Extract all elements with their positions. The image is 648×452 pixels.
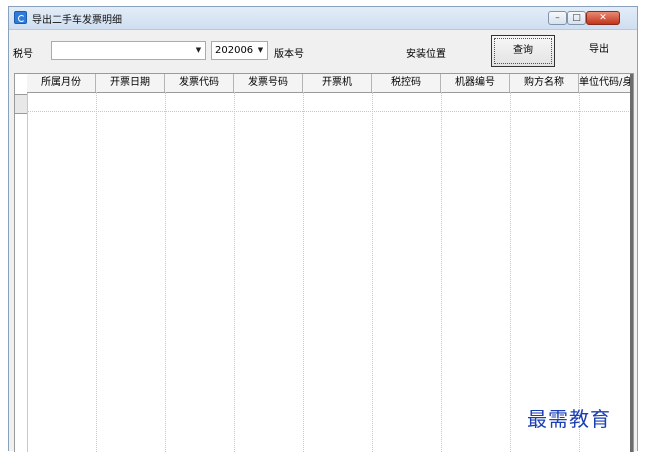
column-header[interactable]: 发票号码 <box>234 74 303 92</box>
column-header[interactable]: 开票日期 <box>96 74 165 92</box>
column-divider <box>372 92 373 452</box>
app-icon <box>14 11 27 24</box>
row-divider <box>27 111 633 112</box>
minimize-button[interactable]: – <box>548 11 567 25</box>
column-header[interactable]: 税控码 <box>372 74 441 92</box>
title-bar[interactable]: 导出二手车发票明细 – □ ✕ <box>9 7 637 30</box>
column-divider <box>234 92 235 452</box>
table-header: 所属月份 开票日期 发票代码 发票号码 开票机 税控码 机器编号 购方名称 单位… <box>27 74 633 93</box>
period-select[interactable]: 202006 ▼ <box>211 41 268 60</box>
main-window: 导出二手车发票明细 – □ ✕ 税号 ▼ 202006 ▼ 版本号 安装位置 查… <box>8 6 638 452</box>
export-button[interactable]: 导出 <box>567 35 631 67</box>
column-header[interactable]: 开票机 <box>303 74 372 92</box>
invoice-table[interactable]: 所属月份 开票日期 发票代码 发票号码 开票机 税控码 机器编号 购方名称 单位… <box>14 73 634 452</box>
column-divider <box>579 92 580 452</box>
version-label: 版本号 <box>274 49 304 60</box>
period-value: 202006 <box>215 45 254 56</box>
column-divider <box>96 92 97 452</box>
chevron-down-icon[interactable]: ▼ <box>192 42 205 59</box>
column-divider <box>303 92 304 452</box>
close-button[interactable]: ✕ <box>586 11 620 25</box>
watermark: 最需教育 <box>527 407 611 431</box>
column-header[interactable]: 单位代码/身 <box>579 74 631 92</box>
column-header[interactable]: 发票代码 <box>165 74 234 92</box>
window-title: 导出二手车发票明细 <box>32 15 122 26</box>
query-button[interactable]: 查询 <box>491 35 555 67</box>
chevron-down-icon[interactable]: ▼ <box>254 42 267 59</box>
column-header[interactable]: 购方名称 <box>510 74 579 92</box>
column-divider <box>441 92 442 452</box>
maximize-button[interactable]: □ <box>567 11 586 25</box>
column-divider <box>165 92 166 452</box>
vertical-scrollbar[interactable] <box>630 74 633 452</box>
column-header[interactable]: 所属月份 <box>27 74 96 92</box>
row-header-column <box>15 74 28 452</box>
column-header[interactable]: 机器编号 <box>441 74 510 92</box>
install-location-label: 安装位置 <box>406 49 446 60</box>
tax-number-label: 税号 <box>13 49 33 60</box>
row-header-selected[interactable] <box>15 94 27 114</box>
tax-number-combobox[interactable]: ▼ <box>51 41 206 60</box>
column-divider <box>510 92 511 452</box>
